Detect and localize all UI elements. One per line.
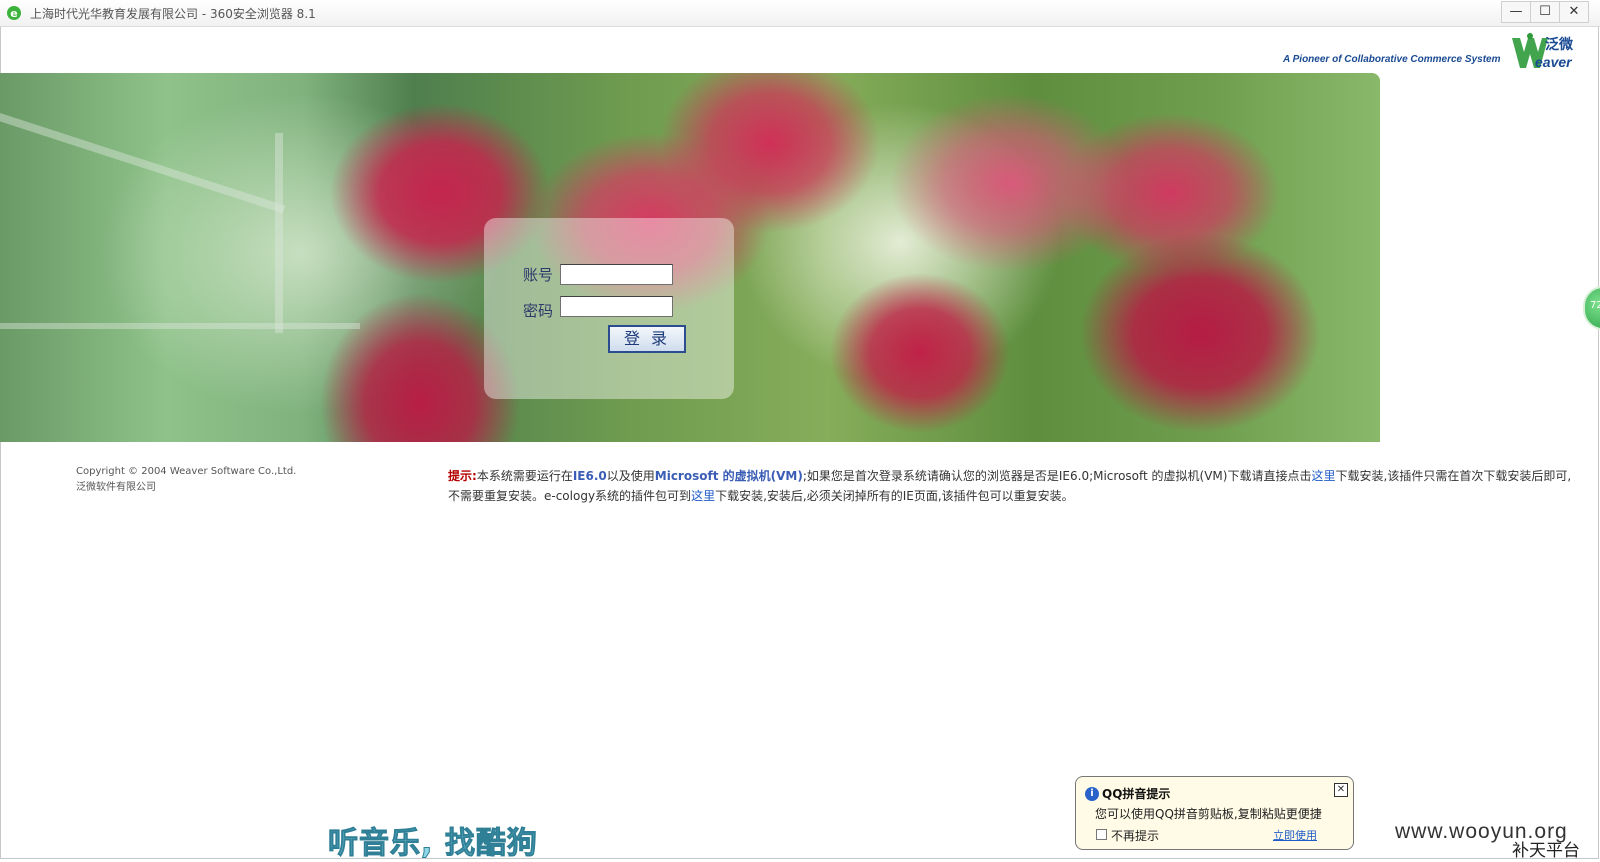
copyright-line: Copyright © 2004 Weaver Software Co.,Ltd… <box>76 466 297 477</box>
logo-english: eaver <box>1535 54 1572 70</box>
plugin-download-link[interactable]: 这里 <box>691 489 715 503</box>
logo-chinese: 泛微 <box>1545 37 1573 53</box>
ie-icon: e <box>7 6 21 20</box>
notice-part: 以及使用 <box>606 469 655 483</box>
use-now-link[interactable]: 立即使用 <box>1273 827 1317 843</box>
speed-ball-widget[interactable]: 72 <box>1583 286 1600 330</box>
notice-tip-label: 提示: <box>448 469 477 483</box>
account-input[interactable] <box>560 264 673 285</box>
dont-show-checkbox[interactable] <box>1096 829 1107 840</box>
butian-watermark: 补天平台 <box>1512 841 1580 861</box>
maximize-button[interactable]: ☐ <box>1530 1 1560 23</box>
banner-window-frame <box>0 323 360 329</box>
close-icon: ✕ <box>1568 4 1580 19</box>
svg-text:e: e <box>10 7 17 20</box>
notice-part: ;如果您是首次登录系统请确认您的浏览器是否是IE6.0;Microsoft 的虚… <box>802 469 1312 483</box>
maximize-icon: ☐ <box>1539 4 1551 19</box>
dont-show-label[interactable]: 不再提示 <box>1111 827 1159 844</box>
company-name: 泛微软件有限公司 <box>76 482 156 493</box>
notice-part: 下载安装,安装后,必须关闭掉所有的IE页面,该插件包可以重复安装。 <box>715 489 1074 503</box>
popup-message: 您可以使用QQ拼音剪贴板,复制粘贴更便捷 <box>1095 807 1322 821</box>
close-button[interactable]: ✕ <box>1559 1 1589 23</box>
vm-download-link[interactable]: 这里 <box>1311 469 1335 483</box>
minimize-button[interactable]: — <box>1501 1 1531 23</box>
notice-vm: Microsoft 的虚拟机(VM) <box>654 469 803 483</box>
popup-title: QQ拼音提示 <box>1102 787 1171 801</box>
speed-ball-value: 72 <box>1590 300 1600 311</box>
window-title: 上海时代光华教育发展有限公司 - 360安全浏览器 8.1 <box>30 7 316 21</box>
notice-part: 本系统需要运行在 <box>476 469 573 483</box>
window-titlebar[interactable]: e 上海时代光华教育发展有限公司 - 360安全浏览器 8.1 — ☐ ✕ <box>0 0 1600 27</box>
kugou-ad-text[interactable]: 听音乐, 找酷狗 <box>328 818 538 862</box>
password-input[interactable] <box>560 296 673 317</box>
notice-ie-version: IE6.0 <box>572 469 607 483</box>
popup-close-button[interactable]: ✕ <box>1334 783 1348 797</box>
password-label: 密码 <box>523 302 554 320</box>
notice-text: 提示:本系统需要运行在IE6.0以及使用Microsoft 的虚拟机(VM);如… <box>448 466 1578 506</box>
minimize-icon: — <box>1509 4 1523 19</box>
info-icon: i <box>1085 787 1099 801</box>
copyright: Copyright © 2004 Weaver Software Co.,Ltd… <box>76 464 296 496</box>
account-label: 账号 <box>523 266 554 284</box>
banner-window-frame <box>275 133 283 333</box>
qq-pinyin-popup: i QQ拼音提示 ✕ 您可以使用QQ拼音剪贴板,复制粘贴更便捷 不再提示 立即使… <box>1075 776 1354 850</box>
login-button[interactable]: 登 录 <box>608 325 686 353</box>
company-tagline: A Pioneer of Collaborative Commerce Syst… <box>1283 54 1501 65</box>
banner-window-frame <box>0 113 286 214</box>
